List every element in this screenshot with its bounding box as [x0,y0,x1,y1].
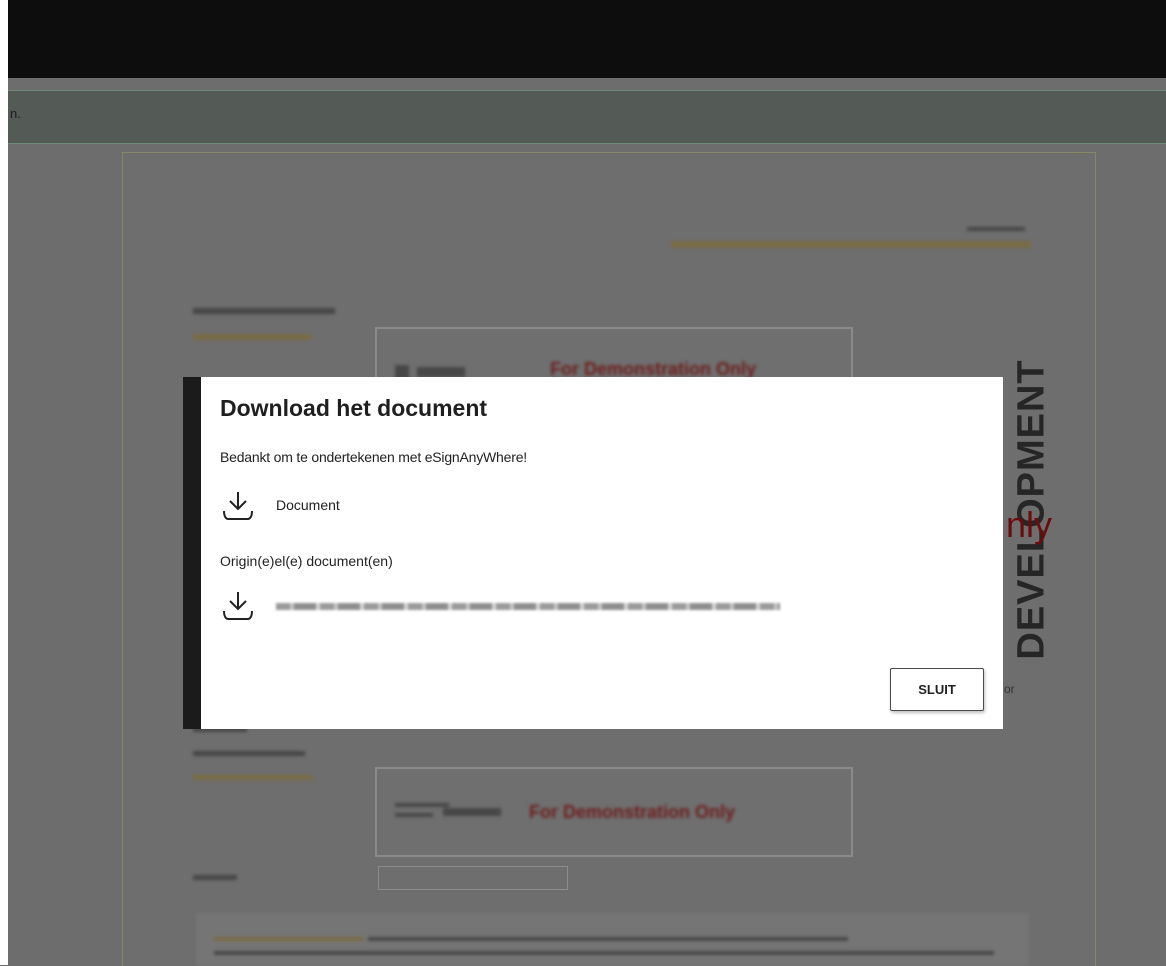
or-fragment: or [1004,682,1015,696]
download-icon [223,492,253,520]
notice-text: n. [10,106,21,121]
demo-stamp-fragment: nly [1006,504,1053,545]
dialog-subtitle: Bedankt om te ondertekenen met eSignAnyW… [220,449,527,465]
original-filename-blurred[interactable] [276,602,780,610]
browser-top-bar [0,0,1166,78]
dialog-title: Download het document [220,395,488,421]
close-button[interactable]: SLUIT [890,668,984,711]
window-left-edge [0,0,8,965]
download-original-link[interactable] [220,587,780,623]
date-field [378,866,568,890]
demo-stamp-2: For Demonstration Only [529,802,736,822]
document-link-label[interactable]: Document [276,497,340,513]
notice-bar: n. [8,90,1166,144]
document-footer-blurred [196,913,1029,966]
originals-label: Origin(e)el(e) document(en) [220,553,393,569]
download-document-link[interactable]: Document [220,487,340,523]
download-dialog: Download het document Bedankt om te onde… [201,377,1003,729]
download-icon [223,592,253,620]
modal-accent-bar [183,377,201,729]
